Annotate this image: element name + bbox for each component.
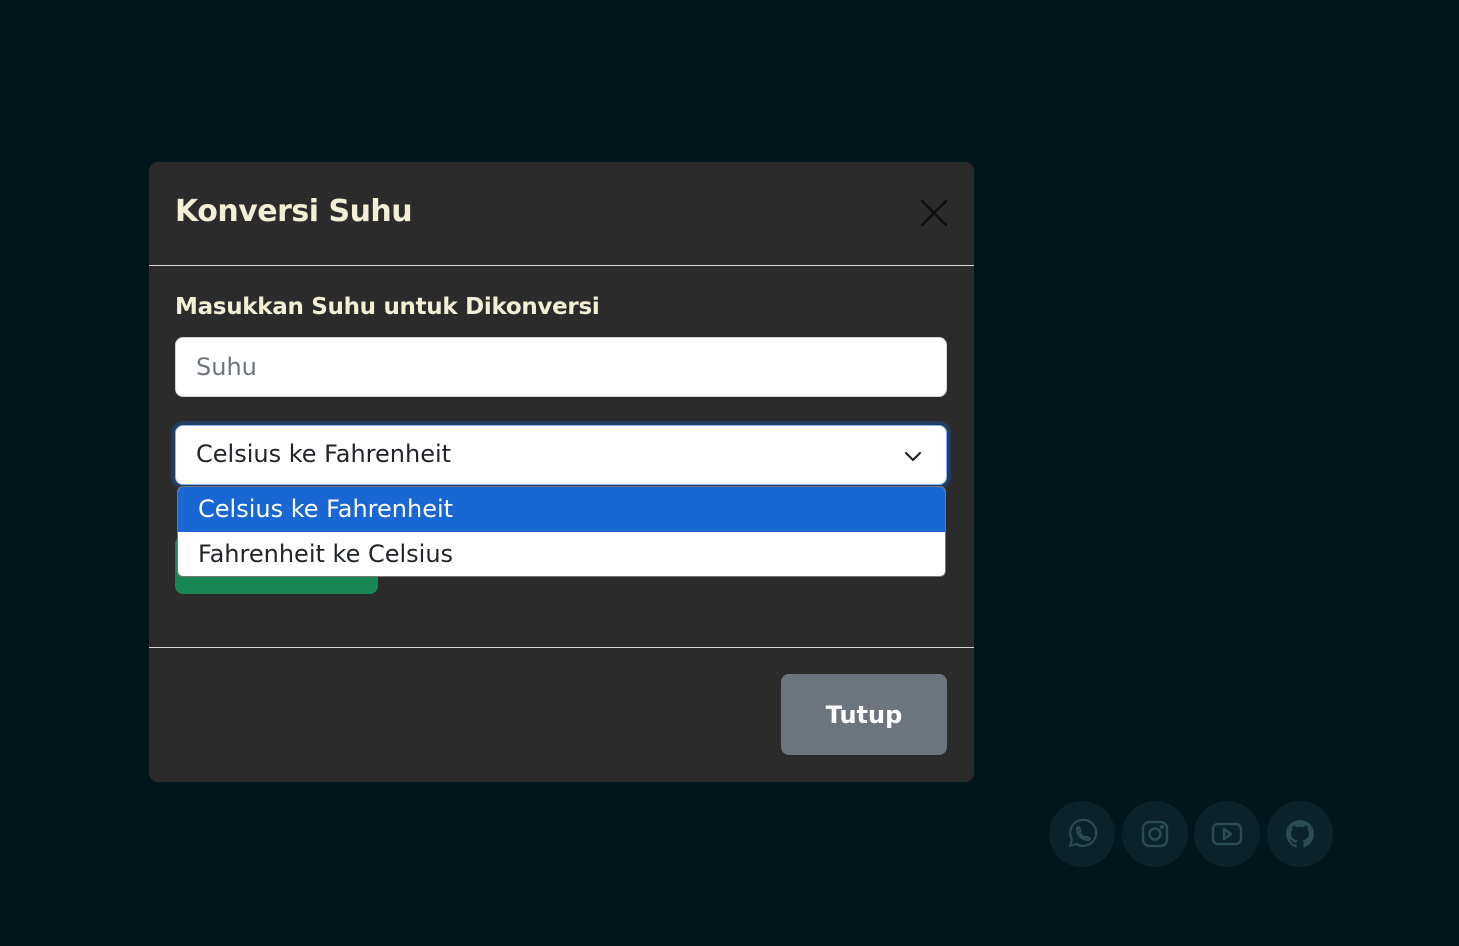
whatsapp-icon[interactable]	[1049, 801, 1115, 867]
temperature-conversion-modal: Konversi Suhu Masukkan Suhu untuk Dikonv…	[149, 162, 974, 782]
temperature-label: Masukkan Suhu untuk Dikonversi	[175, 294, 600, 320]
conversion-options-list: Celsius ke Fahrenheit Fahrenheit ke Cels…	[177, 486, 946, 577]
chevron-down-icon	[904, 451, 922, 462]
youtube-icon[interactable]	[1194, 801, 1260, 867]
conversion-type-value: Celsius ke Fahrenheit	[196, 440, 452, 468]
temperature-input[interactable]	[175, 337, 947, 397]
github-icon[interactable]	[1267, 801, 1333, 867]
close-icon[interactable]	[919, 198, 949, 228]
modal-title: Konversi Suhu	[175, 194, 413, 229]
page: Konversi Suhu Masukkan Suhu untuk Dikonv…	[0, 0, 1459, 946]
modal-header: Konversi Suhu	[149, 162, 974, 266]
option-celsius-to-fahrenheit[interactable]: Celsius ke Fahrenheit	[178, 487, 945, 532]
instagram-icon[interactable]	[1122, 801, 1188, 867]
close-button[interactable]: Tutup	[781, 674, 947, 755]
modal-body: Masukkan Suhu untuk Dikonversi Celsius k…	[149, 266, 974, 646]
modal-footer: Tutup	[149, 647, 974, 783]
option-fahrenheit-to-celsius[interactable]: Fahrenheit ke Celsius	[178, 532, 945, 576]
conversion-type-select[interactable]: Celsius ke Fahrenheit	[175, 425, 947, 485]
